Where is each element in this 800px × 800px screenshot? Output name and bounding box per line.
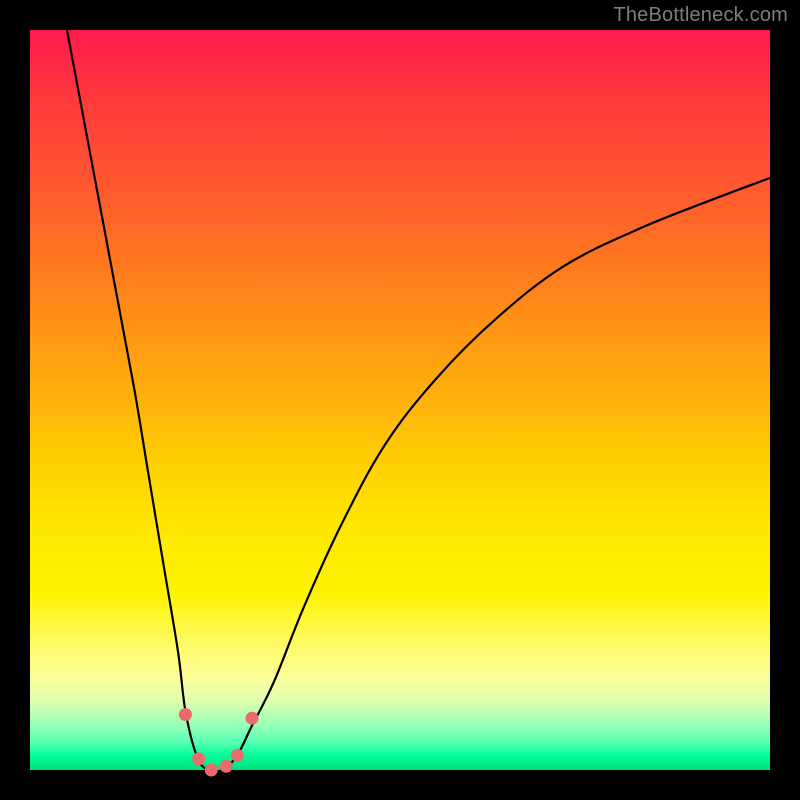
marker-dot — [220, 760, 233, 773]
marker-dot — [205, 764, 218, 777]
marker-dot — [231, 749, 244, 762]
bottleneck-curve — [67, 30, 770, 772]
marker-dot — [192, 752, 205, 765]
curve-svg — [30, 30, 770, 770]
marker-dots-group — [179, 708, 259, 777]
watermark-text: TheBottleneck.com — [613, 4, 788, 27]
marker-dot — [179, 708, 192, 721]
plot-area — [30, 30, 770, 770]
chart-frame: TheBottleneck.com — [0, 0, 800, 800]
marker-dot — [246, 712, 259, 725]
